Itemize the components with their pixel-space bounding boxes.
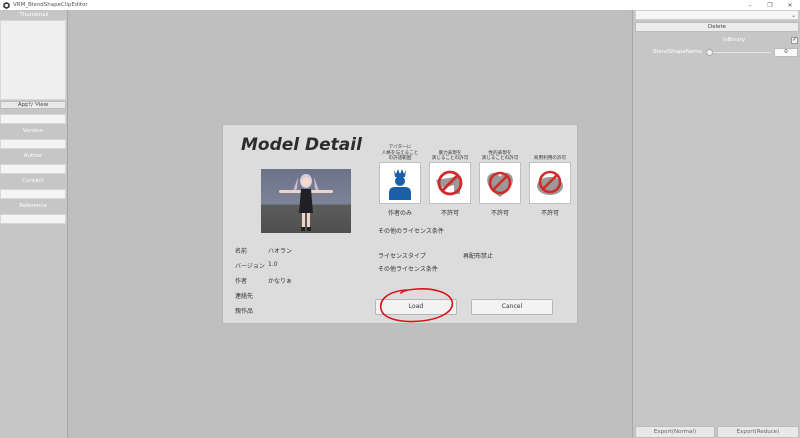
cancel-button[interactable]: Cancel [471, 299, 553, 315]
other-license-heading: その他のライセンス条件 [378, 228, 444, 235]
window-title: VRM_BlendShapeClipEditor [13, 2, 88, 8]
load-button[interactable]: Load [375, 299, 457, 315]
unity-icon [2, 1, 10, 9]
title-field[interactable] [0, 114, 66, 124]
info-name-value: ハオラン [268, 248, 293, 255]
permission-title: アバターに 人格を与えること の許諾範囲 [381, 145, 419, 161]
clip-dropdown[interactable]: ⌄ [635, 10, 799, 20]
version-field[interactable] [0, 139, 66, 149]
reference-label: Reference [19, 203, 47, 209]
blendshape-name-label: BlendShapeName [653, 49, 703, 55]
no-violence-icon [429, 162, 471, 204]
permission-violence: 暴力表現を 演じることの許可 不許可 [428, 139, 472, 217]
dialog-title: Model Detail [241, 135, 362, 155]
version-label: Version [22, 128, 44, 134]
info-author-label: 作者 [235, 278, 248, 285]
info-name-label: 名前 [235, 248, 248, 255]
thumbnail-label: Thumbnail [19, 12, 49, 18]
right-panel: ⌄ Delete IsBinary ✓ BlendShapeName 0 Exp… [632, 10, 800, 438]
close-button[interactable]: ✕ [780, 0, 800, 10]
character-figure-icon [279, 174, 333, 231]
author-label: Author [23, 153, 43, 159]
permission-value: 不許可 [440, 210, 459, 217]
title-label: Title [27, 104, 39, 110]
contact-label: Contact [22, 178, 44, 184]
permission-title: 暴力表現を 演じることの許可 [431, 150, 469, 161]
no-commercial-icon [529, 162, 571, 204]
info-version-value: 1.0 [268, 261, 278, 268]
license-type-value: 再配布禁止 [463, 253, 494, 260]
permission-value: 作者のみ [387, 210, 412, 217]
export-reduce-button[interactable]: Export(Reduce) [717, 426, 799, 438]
permission-sexual: 性的表現を 演じることの許可 不許可 [478, 139, 522, 217]
blendshape-value-field[interactable]: 0 [774, 48, 798, 57]
chevron-down-icon: ⌄ [790, 12, 796, 19]
other-license-label: その他ライセンス条件 [378, 266, 438, 273]
is-binary-checkbox[interactable]: ✓ [791, 37, 798, 44]
permission-value: 不許可 [490, 210, 509, 217]
permission-value: 不許可 [540, 210, 559, 217]
info-contact-label: 連絡先 [235, 293, 254, 300]
reference-field[interactable] [0, 214, 66, 224]
no-sexual-icon [479, 162, 521, 204]
is-binary-label: IsBinary [723, 37, 746, 43]
info-author-value: かなりぁ [268, 278, 293, 285]
model-detail-dialog: Model Detail 名前 ハオラン バージョン 1.0 作者 かなりぁ 連… [222, 124, 578, 324]
thumbnail-slot[interactable] [0, 20, 66, 100]
window-titlebar: VRM_BlendShapeClipEditor – ❐ ✕ [0, 0, 800, 10]
delete-button[interactable]: Delete [635, 22, 799, 32]
left-panel: Thumbnail Apply View Title Version Autho… [0, 10, 68, 438]
blendshape-slider-track[interactable] [709, 52, 771, 53]
blendshape-slider-handle[interactable] [706, 49, 713, 56]
author-field[interactable] [0, 164, 66, 174]
contact-field[interactable] [0, 189, 66, 199]
permission-commercial: 商用利用の許可 不許可 [528, 139, 572, 217]
permission-avatar: アバターに 人格を与えること の許諾範囲 作者のみ [378, 139, 422, 217]
info-reference-label: 親作品 [235, 308, 254, 315]
minimize-button[interactable]: – [740, 0, 760, 10]
model-thumbnail [261, 169, 351, 233]
license-type-label: ライセンスタイプ [378, 253, 426, 260]
permission-title: 商用利用の許可 [533, 155, 567, 161]
maximize-button[interactable]: ❐ [760, 0, 780, 10]
info-version-label: バージョン [235, 263, 265, 270]
permission-title: 性的表現を 演じることの許可 [481, 150, 519, 161]
avatar-person-icon [379, 162, 421, 204]
export-normal-button[interactable]: Export(Normal) [635, 426, 715, 438]
